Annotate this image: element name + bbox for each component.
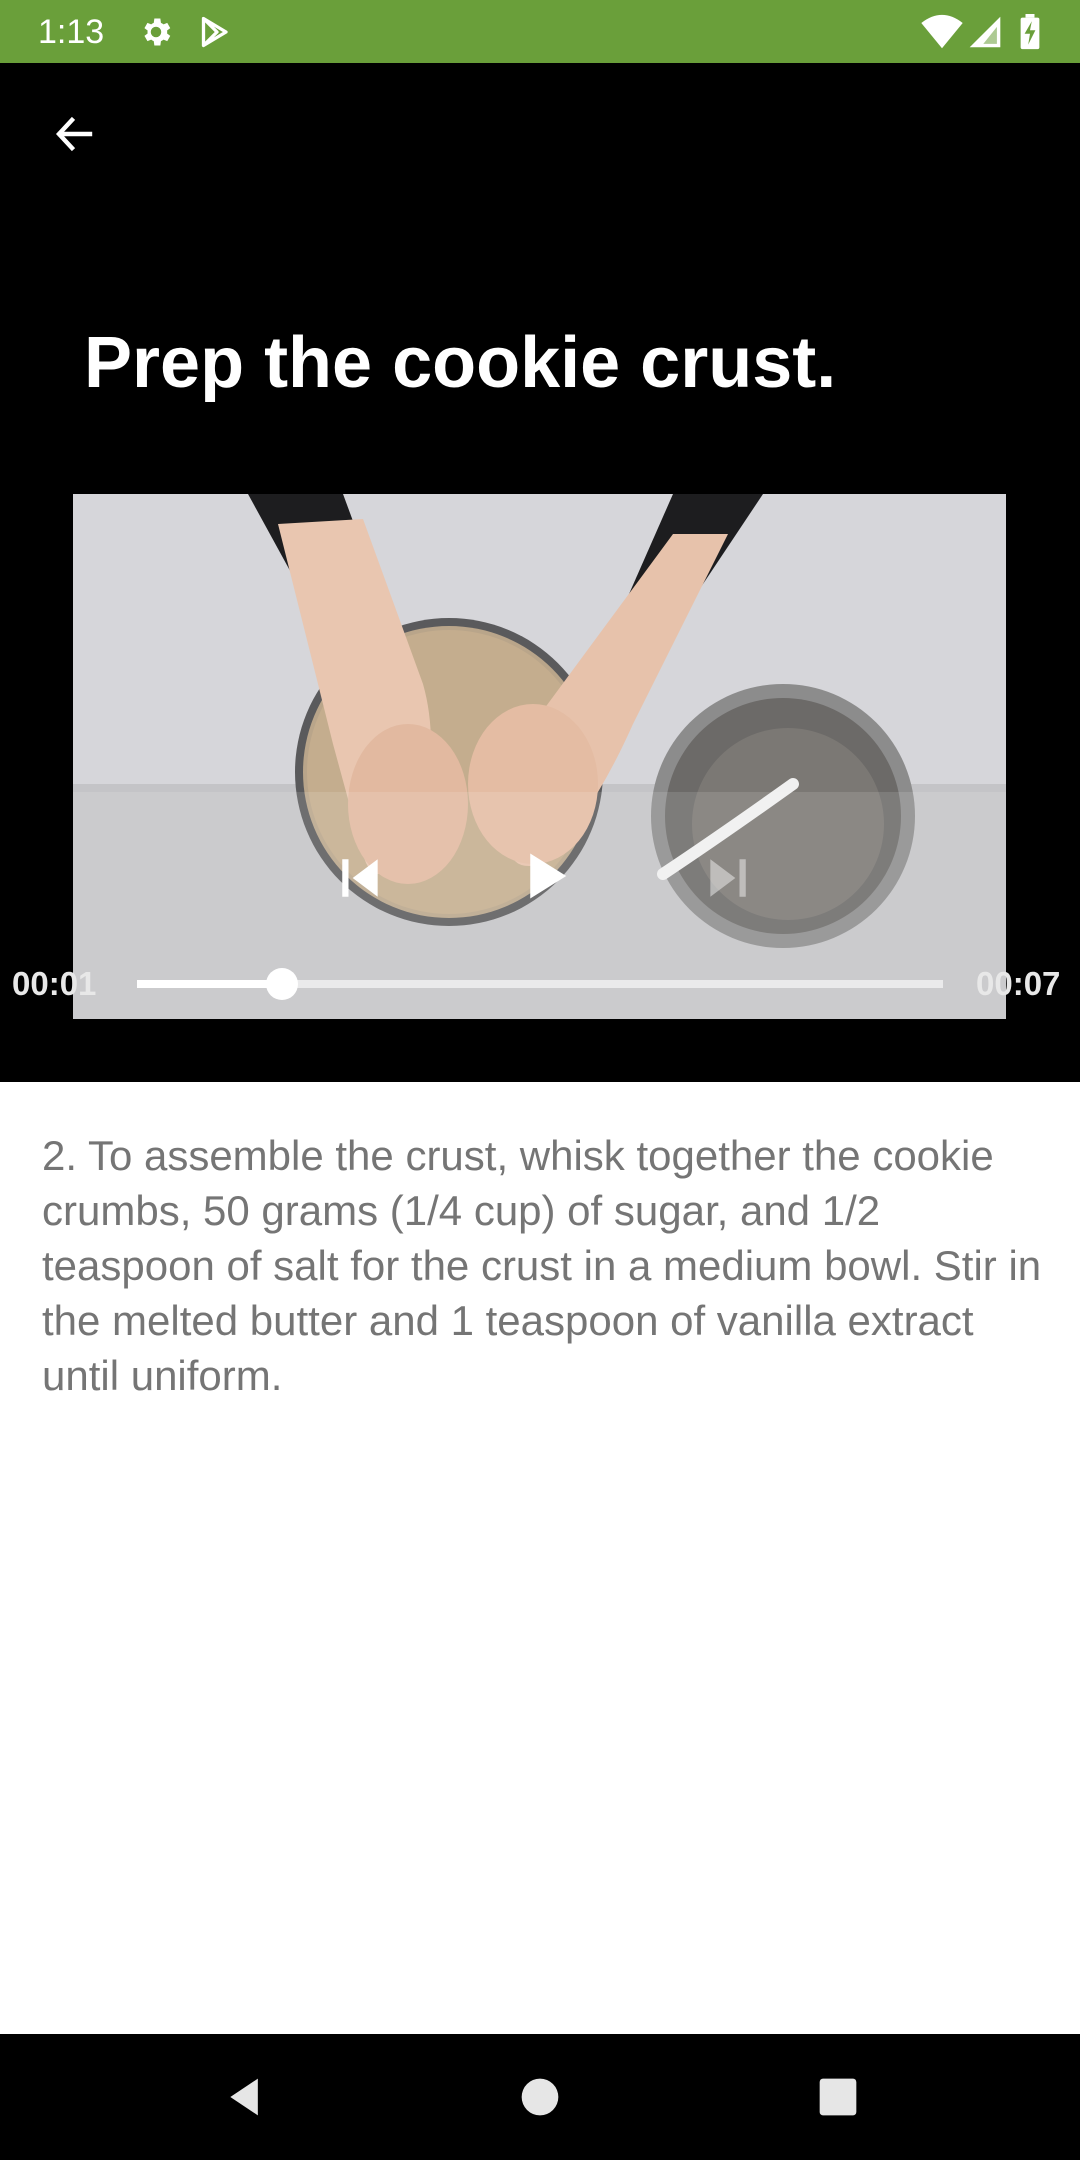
system-nav-bar bbox=[0, 2034, 1080, 2160]
play-icon bbox=[530, 853, 567, 899]
duration-time: 00:07 bbox=[976, 965, 1061, 1002]
back-triangle-icon bbox=[230, 2078, 258, 2116]
video-player[interactable] bbox=[73, 494, 1006, 1019]
play-store-icon bbox=[196, 14, 232, 55]
current-time: 00:01 bbox=[12, 965, 97, 1002]
nav-home-button[interactable] bbox=[495, 2052, 585, 2142]
seek-progress bbox=[137, 980, 283, 988]
seek-thumb[interactable] bbox=[266, 968, 299, 1000]
seek-bar[interactable] bbox=[137, 968, 943, 1000]
nav-back-button[interactable] bbox=[200, 2052, 290, 2142]
status-bar: 1:13 bbox=[0, 0, 1080, 63]
step-title: Prep the cookie crust. bbox=[84, 323, 837, 403]
signal-icon bbox=[968, 14, 1002, 55]
wifi-icon bbox=[920, 14, 964, 55]
play-button[interactable] bbox=[501, 831, 591, 921]
arrow-left-icon bbox=[55, 116, 93, 152]
nav-recents-button[interactable] bbox=[793, 2052, 883, 2142]
recents-square-icon bbox=[819, 2078, 857, 2116]
instruction-text: 2. To assemble the crust, whisk together… bbox=[42, 1132, 1042, 1399]
previous-icon bbox=[342, 859, 378, 897]
home-circle-icon bbox=[521, 2078, 559, 2116]
next-icon bbox=[710, 859, 746, 897]
status-time: 1:13 bbox=[38, 13, 105, 51]
gear-icon bbox=[138, 14, 174, 55]
battery-charging-icon bbox=[1018, 14, 1042, 55]
previous-button[interactable] bbox=[321, 838, 401, 918]
next-button bbox=[687, 838, 767, 918]
back-button[interactable] bbox=[38, 98, 110, 170]
